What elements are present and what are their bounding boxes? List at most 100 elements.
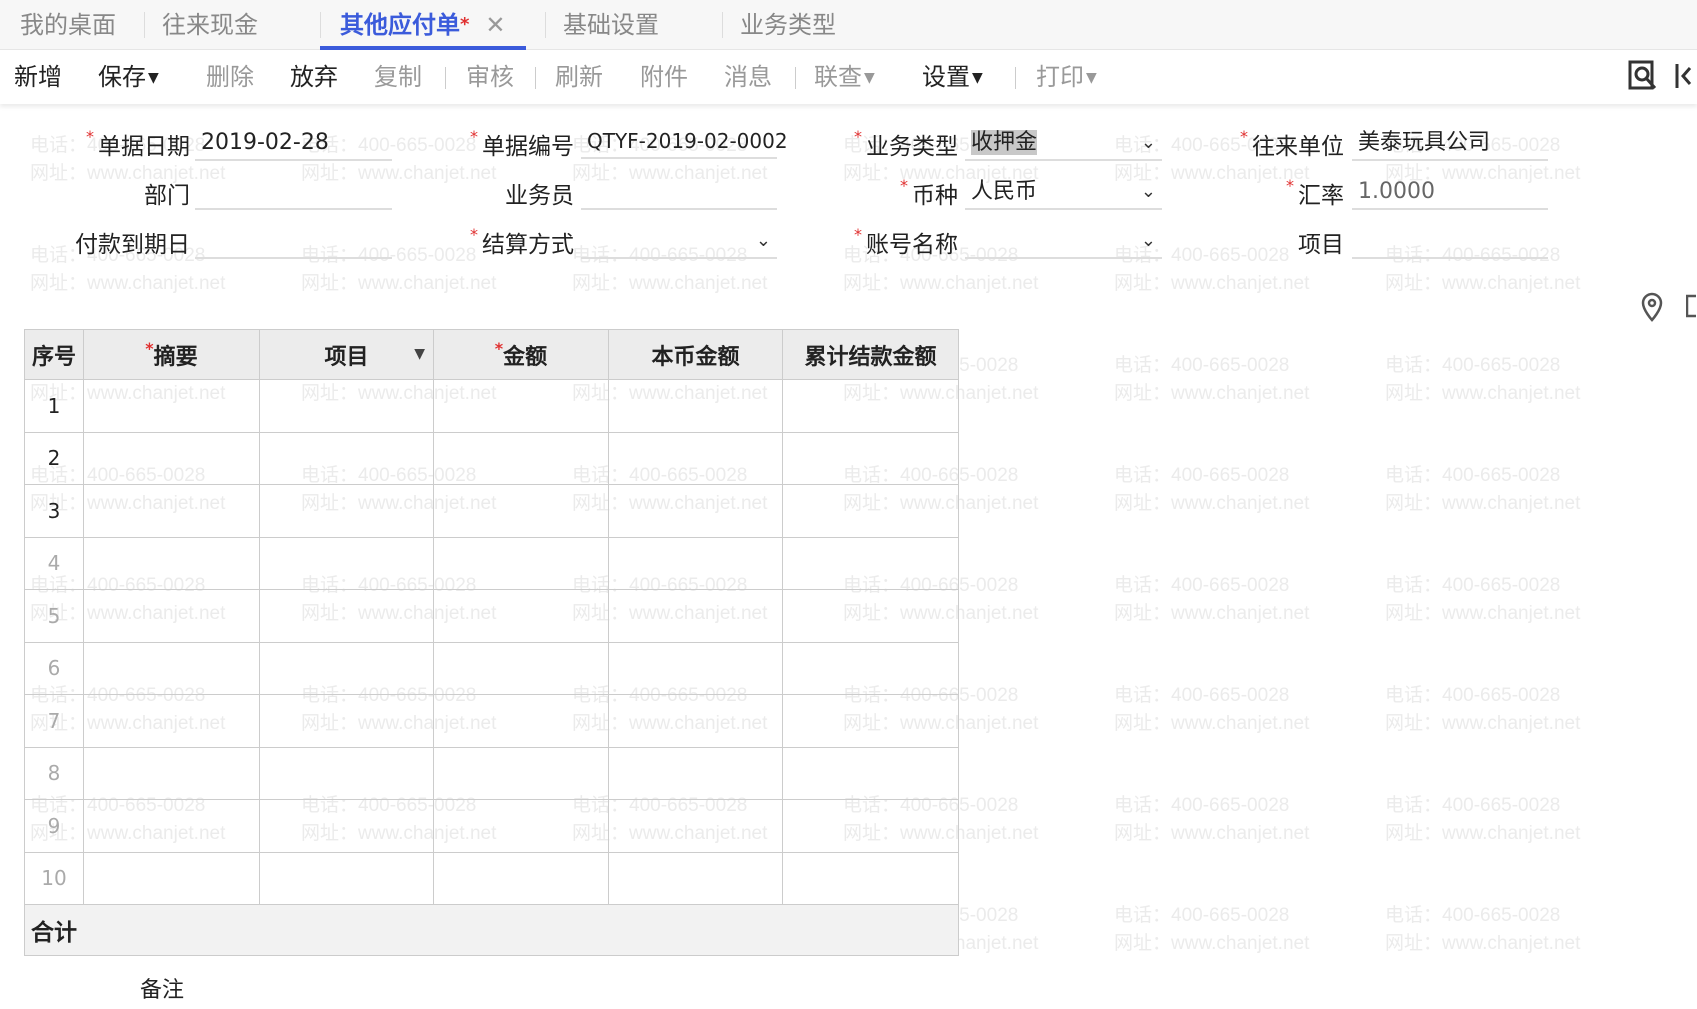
refresh-button[interactable]: 刷新	[555, 60, 603, 94]
cell-project[interactable]	[259, 536, 434, 590]
detail-table: 序号 *摘要 项目 ▼ *金额 本币金额 累计结款金额 1 2 3 4 5 6 7 8 9 10 合计	[24, 329, 959, 956]
settle-select[interactable]: ⌄	[581, 225, 777, 259]
cell-amount[interactable]	[433, 589, 609, 643]
row-number: 1	[24, 379, 84, 433]
save-label: 保存	[98, 63, 146, 91]
link-query-button[interactable]: 联查 ▼	[814, 60, 875, 95]
doc-date-field[interactable]: 2019-02-28	[195, 127, 392, 161]
tab-desktop[interactable]: 我的桌面	[20, 8, 116, 50]
cell-cumulative[interactable]	[782, 536, 959, 590]
cell-amount[interactable]	[433, 851, 609, 905]
location-icon[interactable]	[1640, 292, 1664, 322]
cell-local-amount[interactable]	[608, 746, 783, 800]
cell-summary[interactable]	[83, 694, 260, 748]
cell-project[interactable]	[259, 589, 434, 643]
tab-basic-settings[interactable]: 基础设置	[563, 8, 659, 50]
preview-icon[interactable]	[1628, 60, 1658, 92]
message-button[interactable]: 消息	[724, 60, 772, 94]
partner-field[interactable]: 美泰玩具公司	[1352, 127, 1548, 161]
cell-cumulative[interactable]	[782, 694, 959, 748]
cell-summary[interactable]	[83, 379, 260, 433]
project-field[interactable]	[1352, 225, 1548, 259]
watermark-text: 网址：www.chanjet.net	[1385, 713, 1581, 734]
cell-amount[interactable]	[433, 641, 609, 695]
tab-biz-type[interactable]: 业务类型	[740, 8, 836, 50]
cell-cumulative[interactable]	[782, 746, 959, 800]
cell-project[interactable]	[259, 641, 434, 695]
tab-cash[interactable]: 往来现金	[162, 8, 258, 50]
cell-amount[interactable]	[433, 746, 609, 800]
cell-cumulative[interactable]	[782, 431, 959, 485]
cell-local-amount[interactable]	[608, 641, 783, 695]
cell-cumulative[interactable]	[782, 851, 959, 905]
cell-summary[interactable]	[83, 851, 260, 905]
currency-select[interactable]: 人民币 ⌄	[965, 176, 1162, 210]
cell-summary[interactable]	[83, 484, 260, 538]
cell-cumulative[interactable]	[782, 799, 959, 853]
cell-summary[interactable]	[83, 589, 260, 643]
cell-local-amount[interactable]	[608, 694, 783, 748]
cell-cumulative[interactable]	[782, 589, 959, 643]
cell-cumulative[interactable]	[782, 484, 959, 538]
close-icon[interactable]: ✕	[485, 11, 505, 39]
cell-project[interactable]	[259, 694, 434, 748]
due-date-label: 付款到期日	[75, 232, 190, 258]
tab-other-payable[interactable]: 其他应付单* ✕	[320, 8, 526, 50]
watermark-text: 电话：400-665-0028	[1114, 465, 1290, 486]
cell-local-amount[interactable]	[608, 851, 783, 905]
cell-cumulative[interactable]	[782, 379, 959, 433]
cell-summary[interactable]	[83, 536, 260, 590]
cell-summary[interactable]	[83, 431, 260, 485]
cell-project[interactable]	[259, 379, 434, 433]
cell-local-amount[interactable]	[608, 589, 783, 643]
cell-local-amount[interactable]	[608, 484, 783, 538]
due-date-field[interactable]	[195, 225, 392, 259]
cell-summary[interactable]	[83, 641, 260, 695]
discard-button[interactable]: 放弃	[290, 60, 338, 94]
copy-button[interactable]: 复制	[374, 60, 422, 94]
settings-label: 设置	[922, 63, 970, 91]
cell-amount[interactable]	[433, 484, 609, 538]
watermark-text: 网址：www.chanjet.net	[1385, 273, 1581, 294]
first-record-icon[interactable]	[1674, 62, 1694, 92]
biz-type-value: 收押金	[971, 130, 1038, 155]
cell-summary[interactable]	[83, 746, 260, 800]
header-col-local-amount: 本币金额	[608, 329, 783, 380]
rate-field[interactable]: 1.0000	[1352, 176, 1548, 210]
cell-project[interactable]	[259, 799, 434, 853]
cell-project[interactable]	[259, 851, 434, 905]
account-select[interactable]: ⌄	[965, 225, 1162, 259]
doc-no-field[interactable]: QTYF-2019-02-0002	[581, 125, 788, 159]
cell-local-amount[interactable]	[608, 379, 783, 433]
cell-local-amount[interactable]	[608, 536, 783, 590]
cell-amount[interactable]	[433, 431, 609, 485]
attach-button[interactable]: 附件	[640, 60, 688, 94]
cell-amount[interactable]	[433, 536, 609, 590]
print-button[interactable]: 打印 ▼	[1036, 60, 1097, 95]
cell-project[interactable]	[259, 746, 434, 800]
header-label: 摘要	[153, 344, 198, 370]
table-row: 9	[24, 799, 959, 853]
cell-amount[interactable]	[433, 694, 609, 748]
watermark-text: 网址：www.chanjet.net	[1385, 383, 1581, 404]
staff-field[interactable]	[581, 176, 777, 210]
cell-project[interactable]	[259, 484, 434, 538]
cell-local-amount[interactable]	[608, 431, 783, 485]
filter-dropdown-icon[interactable]: ▼	[414, 346, 425, 362]
panel-icon[interactable]	[1686, 294, 1696, 320]
save-button[interactable]: 保存 ▼	[98, 60, 159, 95]
cell-cumulative[interactable]	[782, 641, 959, 695]
settings-button[interactable]: 设置 ▼	[922, 60, 983, 95]
rate-label: * 汇率	[1286, 176, 1344, 209]
audit-button[interactable]: 审核	[466, 60, 514, 94]
dept-field[interactable]	[195, 176, 392, 210]
cell-summary[interactable]	[83, 799, 260, 853]
cell-amount[interactable]	[433, 379, 609, 433]
new-button[interactable]: 新增	[14, 60, 62, 94]
watermark-text: 网址：www.chanjet.net	[843, 273, 1039, 294]
biz-type-select[interactable]: 收押金 ⌄	[965, 127, 1162, 161]
delete-button[interactable]: 删除	[206, 60, 254, 94]
cell-project[interactable]	[259, 431, 434, 485]
cell-local-amount[interactable]	[608, 799, 783, 853]
cell-amount[interactable]	[433, 799, 609, 853]
